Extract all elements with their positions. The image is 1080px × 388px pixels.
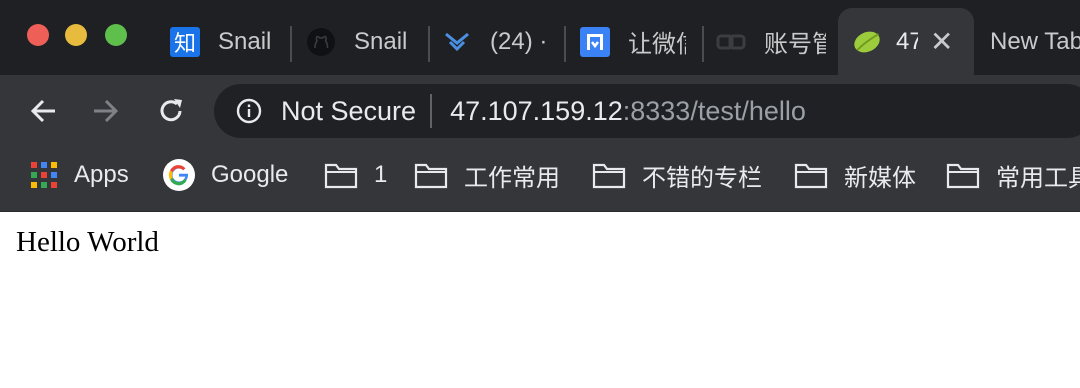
tab-title: 账号管 <box>764 31 826 58</box>
bookmark-label: 不错的专栏 <box>642 164 762 192</box>
security-status[interactable]: Not Secure <box>281 96 416 127</box>
tab-separator <box>428 26 430 62</box>
bookmark-folder-2[interactable]: 工作常用 <box>414 147 560 203</box>
chevron-double-down-icon <box>442 27 472 57</box>
bookmark-label: 工作常用 <box>464 164 560 192</box>
tab-separator <box>290 26 292 62</box>
tab-strip: 知 Snail Snail (24) · 让微 账号管 47 ✕ New Tab <box>0 0 1080 75</box>
forward-button[interactable] <box>84 89 128 133</box>
tab-zhihu[interactable]: 知 Snail <box>170 8 292 75</box>
spring-leaf-icon <box>852 27 882 57</box>
minimize-window-button[interactable] <box>65 24 87 46</box>
close-window-button[interactable] <box>27 24 49 46</box>
folder-icon <box>414 161 448 189</box>
bookmark-apps[interactable]: Apps <box>30 147 129 203</box>
tab-title: 让微信 <box>628 31 686 58</box>
tab-active-47[interactable]: 47 ✕ <box>838 8 974 75</box>
tab-title: (24) · <box>490 27 548 55</box>
info-icon[interactable] <box>236 98 262 124</box>
arrow-left-icon <box>30 99 55 123</box>
folder-icon <box>324 161 358 189</box>
bookmark-label: 1 <box>374 161 388 188</box>
tab-title: Snail <box>218 27 272 55</box>
bookmark-label: Google <box>211 161 289 188</box>
bookmarks-bar: Apps Google 1 工作常用 不错的专栏 新媒体 常用工 <box>0 147 1080 212</box>
bookmark-label: 常用工具 <box>996 164 1080 192</box>
tab-weixin[interactable]: 让微信 <box>580 8 704 75</box>
tab-title: Snail <box>354 27 408 55</box>
tab-separator <box>564 26 566 62</box>
maximize-window-button[interactable] <box>105 24 127 46</box>
github-icon <box>306 27 336 57</box>
tab-github[interactable]: Snail <box>306 8 430 75</box>
tab-new-tab[interactable]: New Tab <box>990 8 1080 75</box>
bookmark-folder-4[interactable]: 新媒体 <box>794 147 916 203</box>
tab-24[interactable]: (24) · <box>442 8 566 75</box>
folder-icon <box>946 161 980 189</box>
bookmark-folder-5[interactable]: 常用工具 <box>946 147 1080 203</box>
tab-title: 47 <box>896 27 918 55</box>
bookmark-google[interactable]: Google <box>163 147 288 203</box>
back-button[interactable] <box>21 89 65 133</box>
page-content: Hello World <box>0 212 1080 388</box>
apps-grid-icon <box>30 161 58 189</box>
bookmark-folder-1[interactable]: 1 <box>324 147 387 203</box>
bookmark-label: 新媒体 <box>844 164 916 192</box>
bookmark-label: Apps <box>74 161 129 188</box>
browser-toolbar: Not Secure 47.107.159.12:8333/test/hello <box>0 75 1080 147</box>
reload-icon <box>160 99 182 122</box>
url-path: :8333/test/hello <box>622 95 806 126</box>
zhihu-icon: 知 <box>170 26 200 57</box>
omnibox-separator <box>430 94 433 128</box>
tab-title: New Tab <box>990 27 1080 55</box>
arrow-right-icon <box>94 99 119 123</box>
link-icon <box>716 27 746 57</box>
url-host: 47.107.159.12 <box>450 95 623 126</box>
address-bar[interactable]: Not Secure 47.107.159.12:8333/test/hello <box>214 84 1080 138</box>
bookmark-folder-3[interactable]: 不错的专栏 <box>592 147 762 203</box>
tab-separator <box>702 26 704 62</box>
reload-button[interactable] <box>149 89 193 133</box>
page-body-text: Hello World <box>16 226 159 258</box>
tab-account[interactable]: 账号管 <box>716 8 836 75</box>
folder-icon <box>592 161 626 189</box>
blue-square-down-icon <box>580 26 610 57</box>
google-icon <box>163 159 195 191</box>
folder-icon <box>794 161 828 189</box>
close-tab-icon[interactable]: ✕ <box>930 27 953 56</box>
